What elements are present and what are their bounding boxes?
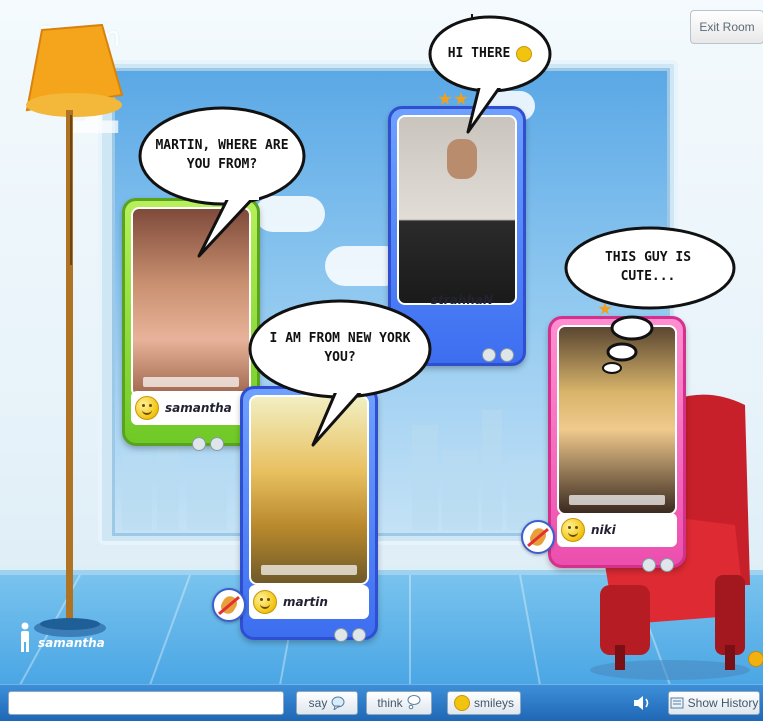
speech-bubble-samantha: MARTIN, WHERE ARE YOU FROM? xyxy=(137,104,307,259)
history-icon xyxy=(670,697,684,709)
username: niki xyxy=(591,523,616,537)
mute-icon[interactable] xyxy=(482,348,496,362)
speech-icon xyxy=(331,696,345,710)
think-button[interactable]: think xyxy=(366,691,432,715)
profile-icon[interactable] xyxy=(352,628,366,642)
message-input[interactable] xyxy=(8,691,284,715)
face-shape xyxy=(447,139,477,179)
mute-icon[interactable] xyxy=(334,628,348,642)
mute-icon[interactable] xyxy=(192,437,206,451)
speech-line: HI THERE xyxy=(428,14,552,94)
smiley-icon xyxy=(253,590,277,614)
smileys-button[interactable]: smileys xyxy=(447,691,521,715)
speech-bubble-martin: I AM FROM NEW YORK YOU? xyxy=(247,297,433,447)
smiley-icon xyxy=(453,695,470,711)
think-label: think xyxy=(377,696,403,710)
smileys-label: smileys xyxy=(473,696,514,710)
user-actions xyxy=(192,437,224,451)
smiley-icon xyxy=(135,396,159,420)
current-user: samantha xyxy=(18,622,105,652)
chat-room: Room 1 Exit Room s xyxy=(0,0,763,721)
speech-text: HI THERE xyxy=(447,45,511,61)
microphone-muted-icon[interactable] xyxy=(212,588,246,622)
user-photo xyxy=(397,115,517,305)
chat-toolbar: say think smileys Show History xyxy=(0,684,763,721)
current-user-name: samantha xyxy=(38,636,105,650)
user-actions xyxy=(482,348,514,362)
show-history-button[interactable]: Show History xyxy=(668,691,760,715)
exit-room-button[interactable]: Exit Room xyxy=(690,10,763,44)
lamp-icon xyxy=(25,23,124,637)
username: samantha xyxy=(165,401,232,415)
profile-icon[interactable] xyxy=(500,348,514,362)
mute-icon[interactable] xyxy=(642,558,656,572)
person-icon xyxy=(21,622,29,652)
smiley-icon xyxy=(516,46,533,62)
speech-text: I AM FROM NEW YORK YOU? xyxy=(269,331,411,365)
smiley-icon xyxy=(561,518,585,542)
blurred-caption xyxy=(261,565,357,575)
user-info: niki xyxy=(557,513,677,547)
username: martin xyxy=(283,595,328,609)
user-actions xyxy=(642,558,674,572)
user-info: martin xyxy=(249,585,369,619)
thought-icon xyxy=(407,695,421,710)
microphone-muted-icon[interactable] xyxy=(521,520,555,554)
speech-text: MARTIN, WHERE ARE YOU FROM? xyxy=(155,138,289,172)
profile-icon[interactable] xyxy=(210,437,224,451)
user-info: samantha xyxy=(131,391,251,425)
say-button[interactable]: say xyxy=(296,691,358,715)
scroll-right-icon[interactable] xyxy=(748,651,763,667)
profile-icon[interactable] xyxy=(660,558,674,572)
user-actions xyxy=(334,628,366,642)
thought-text: THIS GUY IS CUTE... xyxy=(604,250,692,284)
say-label: say xyxy=(308,696,328,710)
blurred-caption xyxy=(569,495,665,505)
show-history-label: Show History xyxy=(687,696,759,710)
username: strahhaN xyxy=(431,293,494,307)
speech-bubble-strahhan: HI THERE xyxy=(428,14,552,134)
sound-icon[interactable] xyxy=(632,695,652,711)
blurred-caption xyxy=(143,377,239,387)
thought-bubble-niki: THIS GUY IS CUTE... xyxy=(560,224,736,374)
